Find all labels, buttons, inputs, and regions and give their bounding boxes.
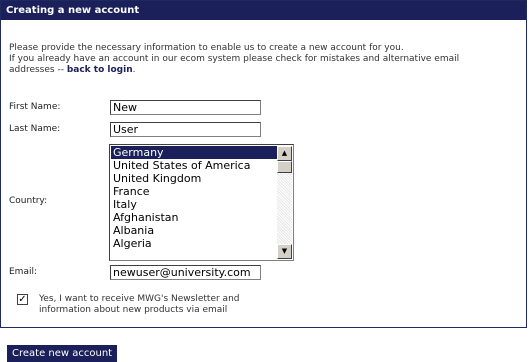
intro-line-3-prefix: addresses -- [9, 65, 67, 75]
country-option[interactable]: France [111, 185, 277, 198]
first-name-label: First Name: [9, 102, 61, 112]
last-name-label: Last Name: [9, 124, 61, 134]
country-option[interactable]: Afghanistan [111, 211, 277, 224]
country-option[interactable]: Algeria [111, 237, 277, 250]
intro-line-1: Please provide the necessary information… [9, 43, 404, 53]
panel-title: Creating a new account [1, 1, 526, 20]
country-option[interactable]: Albania [111, 224, 277, 237]
country-options: Germany United States of America United Ki… [111, 146, 277, 250]
back-to-login-link[interactable]: back to login [67, 65, 133, 75]
newsletter-checkbox[interactable]: ✓ [17, 294, 28, 305]
newsletter-label: Yes, I want to receive MWG's Newsletter … [39, 294, 279, 316]
country-scrollbar[interactable]: ▲ ▼ [277, 146, 292, 259]
intro-text: Please provide the necessary information… [9, 43, 489, 76]
intro-line-3: addresses -- back to login. [9, 65, 489, 76]
country-listbox[interactable]: Germany United States of America United Ki… [109, 144, 294, 261]
scroll-down-arrow-icon[interactable]: ▼ [277, 244, 292, 259]
newsletter-label-line-1: Yes, I want to receive MWG's Newsletter … [39, 294, 240, 304]
email-label: Email: [9, 267, 38, 277]
checkmark-icon: ✓ [18, 294, 27, 305]
intro-line-2: If you already have an account in our ec… [9, 54, 460, 64]
intro-line-3-suffix: . [132, 65, 136, 75]
country-option[interactable]: United Kingdom [111, 172, 277, 185]
create-account-panel: Creating a new account Please provide th… [0, 0, 527, 328]
country-option[interactable]: Italy [111, 198, 277, 211]
newsletter-label-line-2: information about new products via email [39, 305, 228, 315]
last-name-input[interactable] [110, 122, 261, 137]
first-name-input[interactable] [110, 100, 261, 115]
country-label: Country: [9, 196, 48, 206]
scroll-thumb[interactable] [277, 161, 292, 173]
country-option[interactable]: United States of America [111, 159, 277, 172]
email-input[interactable] [110, 265, 261, 280]
scroll-up-arrow-icon[interactable]: ▲ [277, 146, 292, 161]
country-option[interactable]: Germany [111, 146, 277, 159]
create-account-button[interactable]: Create new account [7, 345, 118, 362]
